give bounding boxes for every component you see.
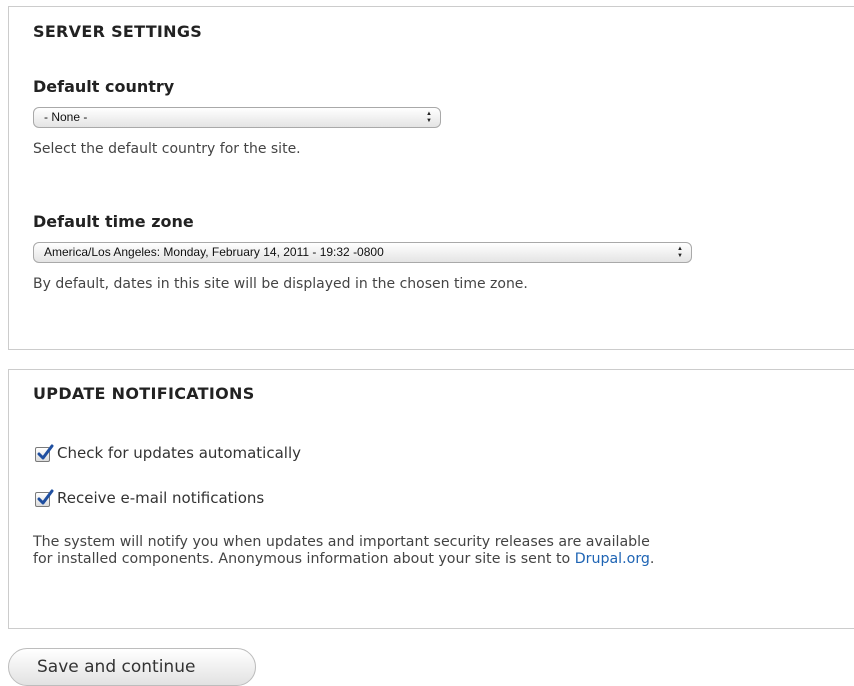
checkmark-icon: [37, 489, 54, 505]
email-notifications-checkbox[interactable]: [35, 489, 54, 507]
description-end: .: [649, 551, 655, 567]
check-updates-checkbox[interactable]: [35, 444, 54, 462]
drupal-org-link[interactable]: Drupal.org: [575, 551, 650, 567]
checkmark-icon: [37, 444, 54, 460]
default-timezone-select[interactable]: America/Los Angeles: Monday, February 14…: [33, 242, 692, 263]
save-and-continue-button[interactable]: Save and continue: [8, 648, 256, 686]
up-down-arrows-icon: ▲ ▼: [426, 111, 432, 124]
default-timezone-label: Default time zone: [33, 212, 194, 231]
update-notifications-fieldset: UPDATE NOTIFICATIONS Check for updates a…: [8, 369, 854, 629]
update-notifications-description: The system will notify you when updates …: [33, 534, 654, 568]
default-country-select[interactable]: - None - ▲ ▼: [33, 107, 441, 128]
email-notifications-label[interactable]: Receive e-mail notifications: [57, 489, 264, 507]
default-timezone-description: By default, dates in this site will be d…: [33, 276, 528, 292]
check-updates-label[interactable]: Check for updates automatically: [57, 444, 301, 462]
description-line-1: The system will notify you when updates …: [33, 534, 650, 550]
default-country-selected: - None -: [44, 110, 88, 124]
default-timezone-selected: America/Los Angeles: Monday, February 14…: [44, 245, 384, 259]
default-country-description: Select the default country for the site.: [33, 141, 301, 157]
default-country-label: Default country: [33, 77, 175, 96]
server-settings-legend: SERVER SETTINGS: [33, 22, 203, 41]
server-settings-fieldset: SERVER SETTINGS Default country - None -…: [8, 6, 854, 350]
description-line-2-text: for installed components. Anonymous info…: [33, 551, 575, 567]
up-down-arrows-icon: ▲ ▼: [677, 246, 683, 259]
description-line-2: for installed components. Anonymous info…: [33, 551, 654, 568]
update-notifications-legend: UPDATE NOTIFICATIONS: [33, 384, 255, 403]
